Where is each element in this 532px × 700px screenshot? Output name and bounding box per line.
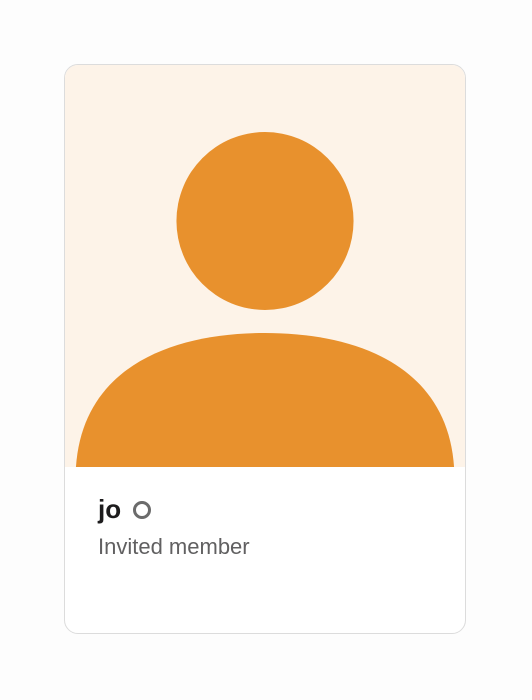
avatar-head: [176, 132, 354, 310]
member-info: jo Invited member: [98, 491, 445, 561]
member-role: Invited member: [98, 534, 250, 559]
member-name[interactable]: jo: [98, 491, 121, 527]
presence-away-icon: [133, 501, 152, 519]
avatar-body: [75, 333, 455, 467]
member-profile-card[interactable]: jo Invited member: [64, 64, 466, 634]
default-person-icon: [75, 132, 455, 467]
name-row: jo: [98, 491, 445, 527]
avatar[interactable]: [65, 65, 465, 467]
